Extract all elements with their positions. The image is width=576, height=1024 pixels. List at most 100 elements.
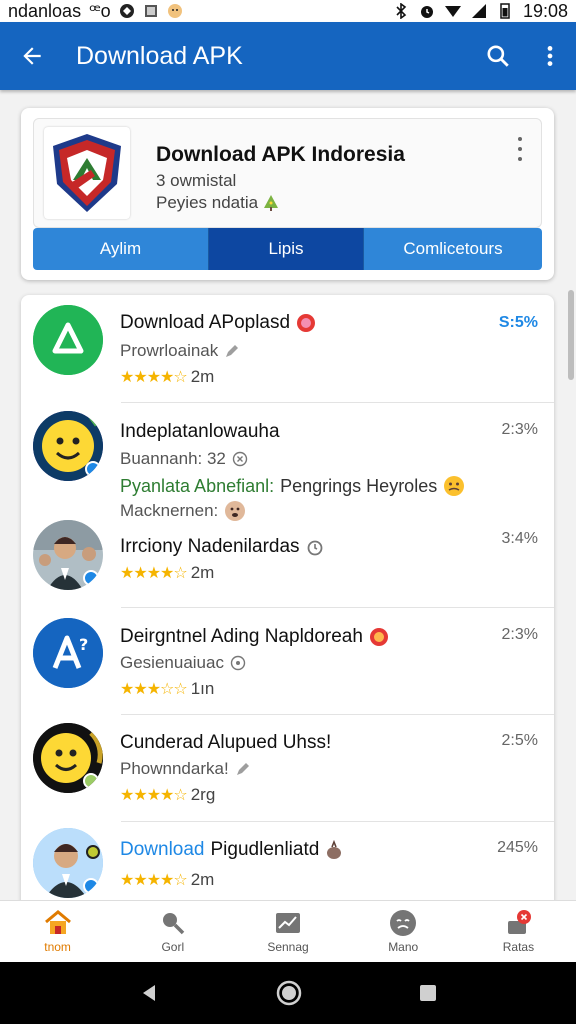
app-icon bbox=[33, 411, 103, 481]
item-title-text: Deirgntnel Ading Napldoreah bbox=[120, 626, 363, 647]
item-title: Deirgntnel Ading Napldoreah bbox=[120, 626, 389, 648]
system-navigation-bar bbox=[0, 962, 576, 1024]
people-photo-icon bbox=[33, 520, 103, 590]
edit-icon bbox=[236, 763, 249, 775]
item-rating: ★★★☆☆ 1ın bbox=[120, 679, 214, 699]
scrollbar[interactable] bbox=[568, 290, 574, 380]
overflow-menu-button[interactable] bbox=[524, 22, 576, 90]
edit-icon bbox=[226, 345, 239, 357]
item-percent: 2:3% bbox=[501, 626, 538, 643]
item-title-highlight: Download bbox=[120, 839, 205, 860]
item-subtitle-text: Phownndarka! bbox=[120, 759, 229, 778]
bag-icon bbox=[327, 840, 342, 859]
item-percent: 2:5% bbox=[501, 732, 538, 749]
rating-stars: ★★★☆☆ bbox=[120, 681, 188, 698]
item-title-text: Download APoplasd bbox=[120, 312, 291, 333]
face-icon bbox=[390, 909, 417, 936]
item-title-text: Irrciony Nadenilardas bbox=[120, 536, 300, 557]
item-subtitle: Buannanh: 32 bbox=[120, 449, 248, 469]
item-size: 2m bbox=[190, 367, 215, 386]
nav-profile[interactable]: Mano bbox=[346, 901, 461, 962]
item-title: Irrciony Nadenilardas bbox=[120, 536, 324, 558]
item-title: Indeplatanlowauha bbox=[120, 421, 280, 442]
rating-stars: ★★★★☆ bbox=[120, 872, 188, 889]
item-size: 2m bbox=[190, 563, 215, 582]
tab-bar: Aylim Lipis Comlicetours bbox=[33, 228, 542, 270]
emoji-icon bbox=[444, 476, 465, 496]
status-time: 19:08 bbox=[522, 0, 568, 21]
app-icon bbox=[33, 828, 103, 898]
item-rating: ★★★★☆ 2m bbox=[120, 563, 214, 583]
nav-ratings[interactable]: Ratas bbox=[461, 901, 576, 962]
item-size: 1ın bbox=[190, 679, 215, 698]
list-item[interactable]: ? Deirgntnel Ading Napldoreah 2:3% Gesie… bbox=[21, 608, 554, 715]
arrow-back-icon bbox=[23, 47, 41, 65]
alarm-icon bbox=[420, 6, 433, 18]
nav-home-circle-icon[interactable] bbox=[276, 980, 302, 1006]
item-subtitle: Phownndarka! bbox=[120, 759, 251, 779]
item-rating: ★★★★☆ 2rg bbox=[120, 785, 215, 805]
app-bar-title: Download APK bbox=[76, 41, 243, 70]
app-icon bbox=[33, 723, 103, 793]
media-icon bbox=[144, 5, 157, 17]
home-icon bbox=[44, 909, 71, 934]
alert-badge-icon bbox=[369, 628, 388, 646]
timer-icon bbox=[307, 540, 322, 556]
bottom-navigation: tnom Gorl Sennag Mano Ratas bbox=[0, 900, 576, 962]
item-title: Download Pigudlenliatd bbox=[120, 839, 343, 861]
notifications-icon bbox=[508, 909, 532, 934]
list-item[interactable]: Macknernen: Irrciony Nadenilardas 3:4% ★… bbox=[21, 500, 554, 608]
nav-home[interactable]: tnom bbox=[0, 901, 115, 962]
app-more-button[interactable] bbox=[513, 137, 527, 161]
smiley-dark-logo-icon bbox=[33, 723, 103, 793]
back-button[interactable] bbox=[0, 22, 64, 90]
triangle-logo-icon bbox=[33, 305, 103, 375]
list-item[interactable]: Download Pigudlenliatd 245% ★★★★☆ 2m bbox=[21, 822, 554, 905]
profile-icon bbox=[167, 4, 182, 18]
rating-stars: ★★★★☆ bbox=[120, 369, 188, 386]
app-icon: ? bbox=[33, 618, 103, 688]
more-vert-icon bbox=[547, 46, 553, 66]
item-highlight: Pyanlata Abnefianl: Pengrings Heyroles bbox=[120, 475, 465, 497]
search-button[interactable] bbox=[472, 22, 524, 90]
item-subtitle-text: Gesienuaiuac bbox=[120, 653, 224, 672]
wifi-icon bbox=[444, 6, 461, 17]
a-logo-icon: ? bbox=[33, 618, 103, 688]
nav-stats[interactable]: Sennag bbox=[230, 901, 345, 962]
status-bar: ndanloas ꟹo 19:08 bbox=[0, 0, 576, 22]
notification-icon bbox=[119, 4, 134, 18]
shield-logo-icon bbox=[53, 134, 121, 212]
signal-icon bbox=[471, 4, 486, 18]
item-title-text: Pigudlenliatd bbox=[210, 839, 320, 860]
nav-stats-label: Sennag bbox=[267, 939, 309, 954]
tab-aylim[interactable]: Aylim bbox=[33, 228, 209, 270]
person-photo-icon bbox=[33, 828, 103, 898]
app-meta-text: Peyies ndatia bbox=[156, 193, 259, 212]
app-icon bbox=[33, 305, 103, 375]
app-list: Download APoplasd S:5% Prowrloainak ★★★★… bbox=[21, 295, 554, 905]
item-percent: 245% bbox=[497, 839, 538, 856]
chart-icon bbox=[276, 912, 300, 933]
list-item[interactable]: Download APoplasd S:5% Prowrloainak ★★★★… bbox=[21, 295, 554, 403]
nav-back-icon[interactable] bbox=[138, 982, 160, 1004]
nav-search[interactable]: Gorl bbox=[115, 901, 230, 962]
nav-home-label: tnom bbox=[44, 939, 71, 954]
smiley-logo-icon bbox=[33, 411, 103, 481]
rating-stars: ★★★★☆ bbox=[120, 787, 188, 804]
item-size: 2rg bbox=[190, 785, 216, 804]
item-title: Download APoplasd bbox=[120, 312, 316, 334]
item-subtitle-text: Prowrloainak bbox=[120, 341, 219, 360]
face-emoji-icon bbox=[225, 501, 246, 521]
app-info-panel[interactable]: Download APK Indoresia 3 owmistal Peyies… bbox=[33, 118, 542, 228]
tab-comlicetours[interactable]: Comlicetours bbox=[364, 228, 542, 270]
item-subtitle: Gesienuaiuac bbox=[120, 653, 246, 673]
list-item[interactable]: Cunderad Alupued Uhss! 2:5% Phownndarka!… bbox=[21, 715, 554, 822]
nav-ratings-label: Ratas bbox=[502, 939, 535, 954]
close-circle-icon bbox=[232, 451, 248, 467]
tree-icon bbox=[264, 195, 279, 211]
item-size: 2m bbox=[190, 870, 215, 889]
nav-recents-icon[interactable] bbox=[418, 983, 438, 1003]
tab-lipis[interactable]: Lipis bbox=[209, 228, 364, 270]
list-item[interactable]: Indeplatanlowauha 2:3% Buannanh: 32 Pyan… bbox=[21, 403, 554, 508]
app-header-card: Download APK Indoresia 3 owmistal Peyies… bbox=[21, 108, 554, 280]
